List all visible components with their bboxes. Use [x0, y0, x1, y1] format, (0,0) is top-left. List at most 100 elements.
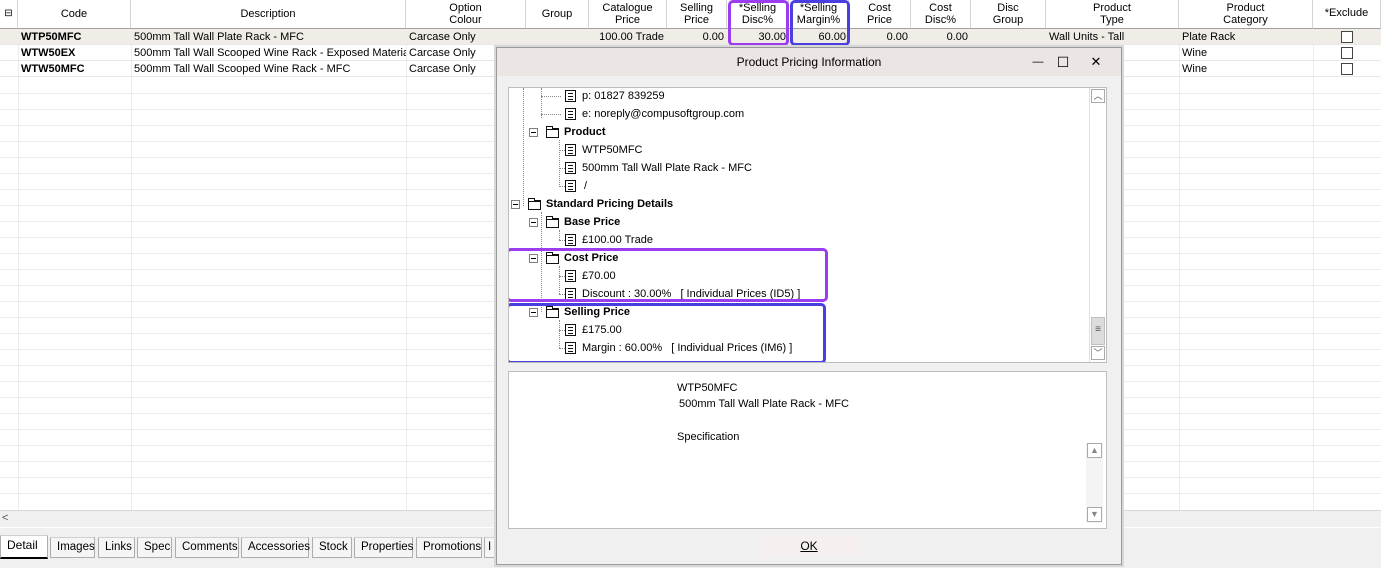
close-button[interactable]: ✕	[1085, 52, 1107, 72]
cell-product-category: Plate Rack	[1182, 31, 1236, 43]
tree-cost-discount[interactable]: Discount : 30.00% [ Individual Prices (I…	[582, 286, 800, 302]
header-selling-price[interactable]: Selling Price	[667, 0, 727, 29]
scroll-down-icon[interactable]: ﹀	[1091, 346, 1105, 360]
header-description[interactable]: Description	[131, 0, 406, 29]
tree-base-price-value[interactable]: £100.00 Trade	[582, 232, 653, 248]
info-spec-label: Specification	[677, 431, 740, 443]
scroll-down-icon[interactable]: ▼	[1087, 507, 1102, 522]
pricing-tree[interactable]: p: 01827 839259 e: noreply@compusoftgrou…	[508, 87, 1107, 363]
cell-description: 500mm Tall Wall Scooped Wine Rack - Expo…	[134, 47, 406, 59]
header-selling-margin[interactable]: *Selling Margin%	[789, 0, 849, 29]
document-icon	[565, 342, 576, 354]
exclude-checkbox[interactable]	[1341, 31, 1353, 43]
cell-product-type: Wall Units - Tall	[1049, 31, 1125, 43]
cell-code: WTW50MFC	[21, 63, 85, 75]
collapse-icon[interactable]	[529, 218, 538, 227]
collapse-icon[interactable]	[529, 254, 538, 263]
header-code[interactable]: Code	[18, 0, 131, 29]
dialog-titlebar[interactable]: Product Pricing Information — ☐ ✕	[497, 48, 1121, 76]
tab-promotions[interactable]: Promotions	[416, 537, 482, 558]
document-icon	[565, 108, 576, 120]
cell-selling-price: 0.00	[702, 31, 724, 43]
document-icon	[565, 90, 576, 102]
header-disc-group[interactable]: Disc Group	[971, 0, 1046, 29]
grid-corner-icon[interactable]: ⊟	[0, 0, 18, 29]
tree-selling-margin[interactable]: Margin : 60.00% [ Individual Prices (IM6…	[582, 340, 792, 356]
header-option-colour[interactable]: Option Colour	[406, 0, 526, 29]
cell-option-colour: Carcase Only	[409, 31, 476, 43]
header-cost-price[interactable]: Cost Price	[849, 0, 911, 29]
cell-catalogue-price: 100.00 Trade	[599, 31, 664, 43]
document-icon	[565, 288, 576, 300]
tree-standard-pricing[interactable]: Standard Pricing Details	[546, 196, 673, 212]
folder-icon	[528, 198, 541, 210]
scroll-thumb[interactable]: ≡	[1091, 317, 1105, 345]
cell-code: WTP50MFC	[21, 31, 82, 43]
tree-product-code[interactable]: WTP50MFC	[582, 142, 643, 158]
tab-properties[interactable]: Properties	[354, 537, 413, 558]
header-selling-disc[interactable]: *Selling Disc%	[727, 0, 789, 29]
tree-scrollbar[interactable]: ︿ ≡ ﹀	[1089, 88, 1106, 362]
tab-accessories[interactable]: Accessories	[241, 537, 310, 558]
cell-cost-disc: 0.00	[946, 31, 968, 43]
document-icon	[565, 324, 576, 336]
product-info-panel: WTP50MFC 500mm Tall Wall Plate Rack - MF…	[508, 371, 1107, 529]
cell-product-category: Wine	[1182, 47, 1208, 59]
document-icon	[565, 234, 576, 246]
tree-base-price[interactable]: Base Price	[564, 214, 620, 230]
exclude-checkbox[interactable]	[1341, 63, 1353, 75]
scroll-up-icon[interactable]: ︿	[1091, 89, 1105, 103]
tab-comments[interactable]: Comments	[175, 537, 239, 558]
header-product-category[interactable]: Product Category	[1179, 0, 1313, 29]
document-icon	[565, 180, 576, 192]
tab-spec[interactable]: Spec	[137, 537, 172, 558]
ok-button[interactable]: OK	[759, 536, 859, 557]
minimize-button[interactable]: —	[1027, 52, 1049, 72]
collapse-icon[interactable]	[529, 128, 538, 137]
header-exclude[interactable]: *Exclude	[1313, 0, 1381, 29]
header-cost-disc[interactable]: Cost Disc%	[911, 0, 971, 29]
collapse-icon[interactable]	[529, 308, 538, 317]
folder-icon	[546, 216, 559, 228]
folder-icon	[546, 252, 559, 264]
tab-stock[interactable]: Stock	[312, 537, 352, 558]
table-row[interactable]: WTP50MFC 500mm Tall Wall Plate Rack - MF…	[0, 29, 1381, 45]
pricing-info-dialog: Product Pricing Information — ☐ ✕ p: 018…	[496, 47, 1122, 565]
cell-description: 500mm Tall Wall Scooped Wine Rack - MFC	[134, 63, 351, 75]
info-scrollbar[interactable]: ▲ ▼	[1086, 443, 1103, 523]
document-icon	[565, 270, 576, 282]
info-code: WTP50MFC	[677, 382, 738, 394]
collapse-icon[interactable]	[511, 200, 520, 209]
cell-option-colour: Carcase Only	[409, 63, 476, 75]
tree-selling-price-value[interactable]: £175.00	[582, 322, 622, 338]
maximize-button[interactable]: ☐	[1052, 52, 1074, 72]
cell-product-category: Wine	[1182, 63, 1208, 75]
cell-cost-price: 0.00	[886, 31, 908, 43]
tab-links[interactable]: Links	[98, 537, 135, 558]
cell-description: 500mm Tall Wall Plate Rack - MFC	[134, 31, 304, 43]
tab-images[interactable]: Images	[50, 537, 95, 558]
tree-email[interactable]: e: noreply@compusoftgroup.com	[582, 106, 744, 122]
exclude-checkbox[interactable]	[1341, 47, 1353, 59]
tree-selling-price[interactable]: Selling Price	[564, 304, 630, 320]
scroll-up-icon[interactable]: ▲	[1087, 443, 1102, 458]
folder-icon	[546, 306, 559, 318]
document-icon	[565, 162, 576, 174]
header-catalogue-price[interactable]: Catalogue Price	[589, 0, 667, 29]
tab-detail[interactable]: Detail	[0, 535, 48, 559]
tree-product-slash[interactable]: /	[584, 178, 587, 194]
header-group[interactable]: Group	[526, 0, 589, 29]
document-icon	[565, 144, 576, 156]
scroll-left-icon[interactable]: <	[2, 512, 8, 524]
folder-icon	[546, 126, 559, 138]
cell-selling-disc[interactable]: 30.00	[727, 29, 789, 45]
tree-cost-price-value[interactable]: £70.00	[582, 268, 616, 284]
tree-cost-price[interactable]: Cost Price	[564, 250, 618, 266]
cell-code: WTW50EX	[21, 47, 76, 59]
tree-phone[interactable]: p: 01827 839259	[582, 88, 665, 104]
tree-product[interactable]: Product	[564, 124, 606, 140]
header-product-type[interactable]: Product Type	[1046, 0, 1179, 29]
cell-option-colour: Carcase Only	[409, 47, 476, 59]
tree-product-desc[interactable]: 500mm Tall Wall Plate Rack - MFC	[582, 160, 752, 176]
cell-selling-margin[interactable]: 60.00	[789, 29, 849, 45]
